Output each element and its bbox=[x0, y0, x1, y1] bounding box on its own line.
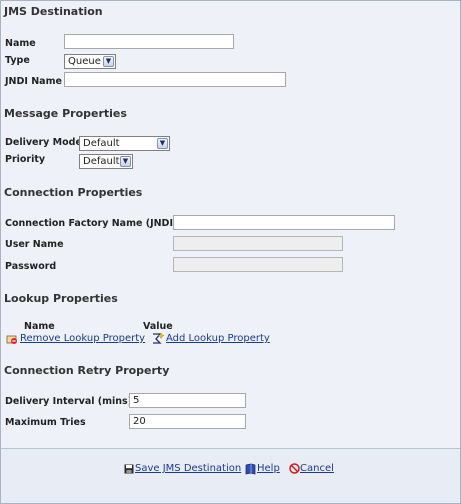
section-title-message-properties: Message Properties bbox=[4, 107, 127, 120]
remove-lookup-property-link[interactable]: Remove Lookup Property bbox=[20, 333, 145, 344]
password-input[interactable] bbox=[173, 257, 343, 272]
footer-bar: Save JMS Destination Help Cancel bbox=[0, 448, 461, 504]
delivery-interval-label: Delivery Interval (mins) bbox=[5, 396, 133, 407]
save-icon bbox=[124, 464, 134, 474]
delivery-interval-input[interactable]: 5 bbox=[129, 393, 246, 408]
delivery-mode-label: Delivery Mode bbox=[5, 137, 82, 148]
section-title-jms-destination: JMS Destination bbox=[4, 5, 103, 18]
help-book-icon bbox=[245, 463, 256, 475]
type-label: Type bbox=[5, 55, 30, 66]
section-title-connection-properties: Connection Properties bbox=[4, 186, 143, 199]
jms-destination-panel: JMS Destination Name Type Queue ▼ JNDI N… bbox=[0, 0, 461, 449]
connection-factory-label: Connection Factory Name (JNDI) bbox=[5, 218, 178, 229]
user-name-label: User Name bbox=[5, 239, 64, 250]
priority-select[interactable]: Default ▼ bbox=[79, 154, 133, 169]
help-link[interactable]: Help bbox=[257, 463, 280, 474]
add-lookup-property-link[interactable]: Add Lookup Property bbox=[166, 333, 270, 344]
delivery-mode-select[interactable]: Default ▼ bbox=[79, 136, 170, 151]
name-input[interactable] bbox=[64, 34, 234, 49]
chevron-down-icon: ▼ bbox=[120, 156, 131, 167]
connection-factory-input[interactable] bbox=[173, 215, 395, 230]
chevron-down-icon: ▼ bbox=[103, 56, 114, 67]
priority-label: Priority bbox=[5, 154, 46, 165]
delivery-mode-value: Default bbox=[83, 138, 120, 149]
lookup-column-name: Name bbox=[24, 321, 55, 332]
type-select[interactable]: Queue ▼ bbox=[64, 54, 116, 69]
section-title-lookup-properties: Lookup Properties bbox=[4, 292, 118, 305]
jndi-name-label: JNDI Name bbox=[5, 76, 62, 87]
cancel-link[interactable]: Cancel bbox=[300, 463, 334, 474]
section-title-connection-retry: Connection Retry Property bbox=[4, 364, 170, 377]
jndi-name-input[interactable] bbox=[64, 72, 286, 87]
cancel-icon bbox=[289, 463, 300, 474]
add-icon bbox=[152, 332, 165, 345]
lookup-column-value: Value bbox=[143, 321, 173, 332]
password-label: Password bbox=[5, 261, 57, 272]
name-label: Name bbox=[5, 38, 36, 49]
priority-value: Default bbox=[83, 156, 120, 167]
user-name-input[interactable] bbox=[173, 236, 343, 251]
chevron-down-icon: ▼ bbox=[157, 138, 168, 149]
maximum-tries-label: Maximum Tries bbox=[5, 417, 86, 428]
maximum-tries-input[interactable]: 20 bbox=[129, 414, 246, 429]
type-select-value: Queue bbox=[68, 56, 101, 67]
remove-icon bbox=[6, 333, 18, 345]
save-jms-destination-link[interactable]: Save JMS Destination bbox=[135, 463, 241, 474]
